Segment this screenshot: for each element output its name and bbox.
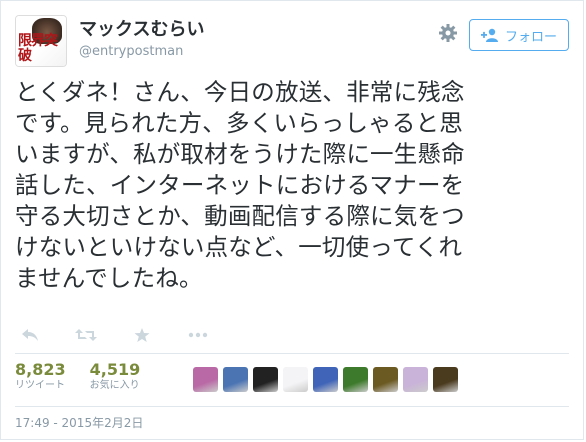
tweet-timestamp[interactable]: 17:49 - 2015年2月2日 [15, 415, 143, 431]
tweet-text-line: 守る大切さとか、動画配信する際に気をつ [15, 202, 465, 230]
user-names: マックスむらい @entrypostman [79, 19, 204, 61]
favoriter-avatar-3[interactable] [253, 367, 278, 392]
stats-divider-top [15, 353, 569, 354]
tweet-text-line: けないといけない点など、一切使ってくれ [15, 233, 463, 261]
retweet-stat[interactable]: 8,823 リツイート [15, 361, 66, 397]
avatar-logo-text: 限界突破 [18, 33, 58, 64]
retweet-label: リツイート [15, 380, 65, 391]
gear-icon[interactable] [437, 23, 459, 45]
follow-button-label: フォロー [504, 29, 557, 45]
favoriter-avatar-8[interactable] [403, 367, 428, 392]
stats-divider-bottom [15, 406, 569, 407]
tweet-text-line: とくダネ！さん、今日の放送、非常に残念 [15, 78, 465, 106]
favoriter-avatar-4[interactable] [283, 367, 308, 392]
favorite-count: 4,519 [89, 360, 141, 379]
favoriter-avatar-1[interactable] [193, 367, 218, 392]
favoriter-avatar-2[interactable] [223, 367, 248, 392]
add-user-icon [480, 28, 499, 42]
follow-button[interactable]: フォロー [469, 19, 569, 51]
avatar[interactable]: 限界突破 [15, 15, 67, 67]
favoriter-avatar-9[interactable] [433, 367, 458, 392]
tweet-card: 限界突破 マックスむらい @entrypostman フォロー とくダネ！さん、… [0, 0, 584, 440]
reply-icon[interactable] [19, 325, 41, 345]
screen-name[interactable]: @entrypostman [79, 43, 204, 61]
favoriter-avatar-7[interactable] [373, 367, 398, 392]
more-icon[interactable] [187, 325, 209, 345]
tweet-text-line: 話した、インターネットにおけるマナーを [15, 171, 465, 199]
retweet-icon[interactable] [75, 325, 97, 345]
favorite-icon[interactable] [131, 325, 153, 345]
favorite-stat[interactable]: 4,519 お気に入り [90, 361, 141, 397]
tweet-text-line: です。見られた方、多くいらっしゃると思 [15, 109, 463, 137]
retweet-count: 8,823 [15, 360, 66, 379]
favoriter-avatar-6[interactable] [343, 367, 368, 392]
tweet-text: とくダネ！さん、今日の放送、非常に残念 です。見られた方、多くいらっしゃると思 … [15, 77, 575, 294]
favoriter-avatar-5[interactable] [313, 367, 338, 392]
display-name[interactable]: マックスむらい [79, 19, 204, 41]
tweet-text-line: ませんでしたね。 [15, 264, 203, 292]
tweet-actions [19, 323, 209, 347]
favorite-label: お気に入り [89, 380, 140, 391]
tweet-text-line: いますが、私が取材をうけた際に一生懸命 [15, 140, 465, 168]
favoriter-avatars [193, 367, 458, 392]
tweet-header: 限界突破 マックスむらい @entrypostman フォロー [15, 15, 569, 67]
tweet-stats: 8,823 リツイート 4,519 お気に入り [15, 361, 164, 397]
